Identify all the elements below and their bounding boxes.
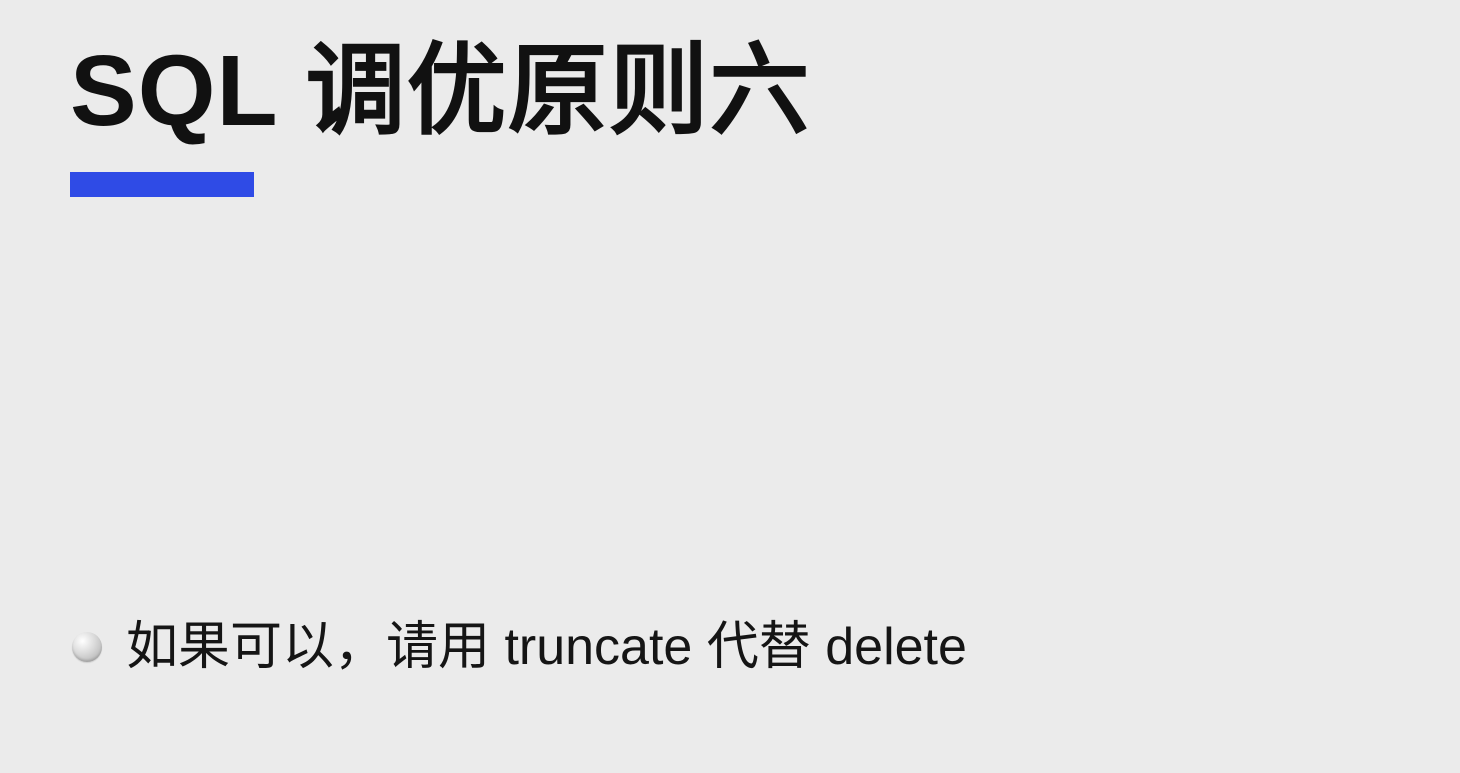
bullet-item: 如果可以，请用 truncate 代替 delete (72, 614, 967, 680)
title-accent-bar (70, 172, 254, 197)
bullet-dot-icon (72, 632, 102, 662)
slide: SQL 调优原则六 如果可以，请用 truncate 代替 delete (0, 0, 1460, 773)
bullet-text: 如果可以，请用 truncate 代替 delete (126, 618, 967, 676)
slide-title: SQL 调优原则六 (70, 35, 811, 147)
